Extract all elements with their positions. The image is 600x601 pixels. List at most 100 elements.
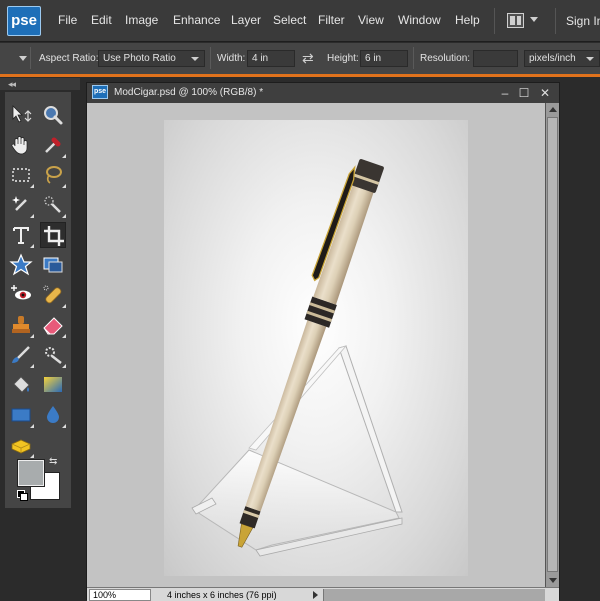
tool-group-indicator — [30, 184, 34, 188]
swap-colors-icon[interactable]: ⇆ — [49, 456, 57, 467]
height-label: Height: — [327, 53, 359, 64]
brush-tool-icon[interactable] — [8, 342, 34, 368]
document-window: pse ModCigar.psd @ 100% (RGB/8) * ‒ ☐ ✕ — [86, 82, 560, 601]
width-label: Width: — [217, 53, 246, 64]
zoom-tool-icon[interactable] — [40, 102, 66, 128]
hand-tool-icon[interactable] — [8, 132, 34, 158]
menu-view[interactable]: View — [358, 13, 384, 27]
tool-group-indicator — [62, 214, 66, 218]
close-icon[interactable]: ✕ — [538, 86, 552, 100]
scroll-up-icon[interactable] — [549, 107, 557, 112]
options-divider — [30, 47, 31, 69]
foreground-color-swatch[interactable] — [18, 460, 44, 486]
resolution-unit-value: pixels/inch — [529, 53, 576, 64]
tool-group-indicator — [62, 304, 66, 308]
paint-bucket-icon[interactable] — [8, 372, 34, 398]
status-bar: 100% 4 inches x 6 inches (76 ppi) — [87, 587, 559, 601]
straighten-tool-icon[interactable] — [40, 252, 66, 278]
width-value: 4 in — [252, 53, 269, 64]
horizontal-scrollbar[interactable] — [323, 589, 545, 601]
blur-tool-icon[interactable] — [40, 402, 66, 428]
layout-icon — [507, 13, 524, 28]
menu-image[interactable]: Image — [125, 13, 158, 27]
resolution-input[interactable] — [473, 50, 518, 67]
menu-divider — [494, 8, 495, 34]
clone-stamp-icon[interactable] — [8, 312, 34, 338]
menu-bar: pse File Edit Image Enhance Layer Select… — [0, 0, 600, 42]
height-value: 6 in — [365, 53, 382, 64]
document-title: ModCigar.psd @ 100% (RGB/8) * — [114, 87, 264, 98]
maximize-icon[interactable]: ☐ — [517, 86, 531, 100]
tool-group-indicator — [62, 424, 66, 428]
spot-healing-icon[interactable] — [40, 282, 66, 308]
height-input[interactable]: 6 in — [360, 50, 408, 67]
accent-strip — [0, 74, 600, 77]
menu-enhance[interactable]: Enhance — [173, 13, 220, 27]
menu-help[interactable]: Help — [455, 13, 480, 27]
tool-group-indicator — [62, 184, 66, 188]
document-title-bar[interactable]: pse ModCigar.psd @ 100% (RGB/8) * ‒ ☐ ✕ — [87, 83, 559, 103]
aspect-ratio-value: Use Photo Ratio — [103, 53, 176, 64]
menu-filter[interactable]: Filter — [318, 13, 345, 27]
chevron-down-icon — [586, 57, 594, 61]
pen-photo — [164, 120, 468, 576]
menu-select[interactable]: Select — [273, 13, 306, 27]
toolbox: ⇆ — [5, 92, 71, 508]
default-colors-icon[interactable] — [17, 490, 28, 501]
swap-dimensions-icon[interactable]: ⇄ — [302, 51, 320, 65]
resolution-label: Resolution: — [420, 53, 471, 64]
tool-group-indicator — [30, 244, 34, 248]
chevron-down-icon — [530, 17, 538, 22]
quick-selection-icon[interactable] — [40, 192, 66, 218]
menu-file[interactable]: File — [58, 13, 77, 27]
status-menu-arrow-icon[interactable] — [313, 591, 318, 599]
lasso-tool-icon[interactable] — [40, 162, 66, 188]
menu-layer[interactable]: Layer — [231, 13, 261, 27]
document-icon: pse — [92, 85, 108, 99]
tool-group-indicator — [30, 364, 34, 368]
options-divider — [413, 47, 414, 69]
gradient-tool-icon[interactable] — [40, 372, 66, 398]
red-eye-tool-icon[interactable] — [8, 282, 34, 308]
app-logo: pse — [7, 6, 41, 36]
sponge-tool-icon[interactable] — [8, 432, 34, 458]
type-tool-icon[interactable] — [8, 222, 34, 248]
canvas-area[interactable] — [87, 103, 545, 587]
menu-divider — [555, 8, 556, 34]
scrollbar-thumb[interactable] — [547, 117, 558, 572]
eraser-tool-icon[interactable] — [40, 312, 66, 338]
aspect-ratio-label: Aspect Ratio: — [39, 53, 99, 64]
aspect-ratio-select[interactable]: Use Photo Ratio — [98, 50, 205, 67]
shape-tool-icon[interactable] — [8, 402, 34, 428]
chevron-down-icon — [191, 57, 199, 61]
minimize-icon[interactable]: ‒ — [498, 86, 512, 100]
document-size-info: 4 inches x 6 inches (76 ppi) — [167, 590, 277, 600]
tool-group-indicator — [62, 154, 66, 158]
vertical-scrollbar[interactable] — [545, 103, 559, 587]
tool-group-indicator — [30, 454, 34, 458]
menu-edit[interactable]: Edit — [91, 13, 112, 27]
resolution-unit-select[interactable]: pixels/inch — [524, 50, 600, 67]
tool-group-indicator — [62, 334, 66, 338]
menu-window[interactable]: Window — [398, 13, 441, 27]
width-input[interactable]: 4 in — [247, 50, 295, 67]
scroll-down-icon[interactable] — [549, 578, 557, 583]
smart-brush-icon[interactable] — [40, 342, 66, 368]
rectangular-marquee-icon[interactable] — [8, 162, 34, 188]
tool-group-indicator — [30, 424, 34, 428]
pen-image — [191, 159, 403, 557]
move-tool-icon[interactable] — [8, 102, 34, 128]
crop-tool-icon[interactable] — [40, 222, 66, 248]
tool-group-indicator — [62, 364, 66, 368]
tool-group-indicator — [30, 334, 34, 338]
workspace-layout-button[interactable] — [504, 11, 544, 31]
eyedropper-tool-icon[interactable] — [40, 132, 66, 158]
sign-in-link[interactable]: Sign In — [566, 14, 600, 28]
options-menu-icon[interactable] — [19, 56, 27, 61]
zoom-input[interactable]: 100% — [89, 589, 151, 601]
tool-group-indicator — [30, 214, 34, 218]
cookie-cutter-icon[interactable] — [8, 252, 34, 278]
collapse-toolbox-icon[interactable]: ◂◂ — [8, 78, 16, 90]
magic-wand-icon[interactable] — [8, 192, 34, 218]
options-divider — [210, 47, 211, 69]
